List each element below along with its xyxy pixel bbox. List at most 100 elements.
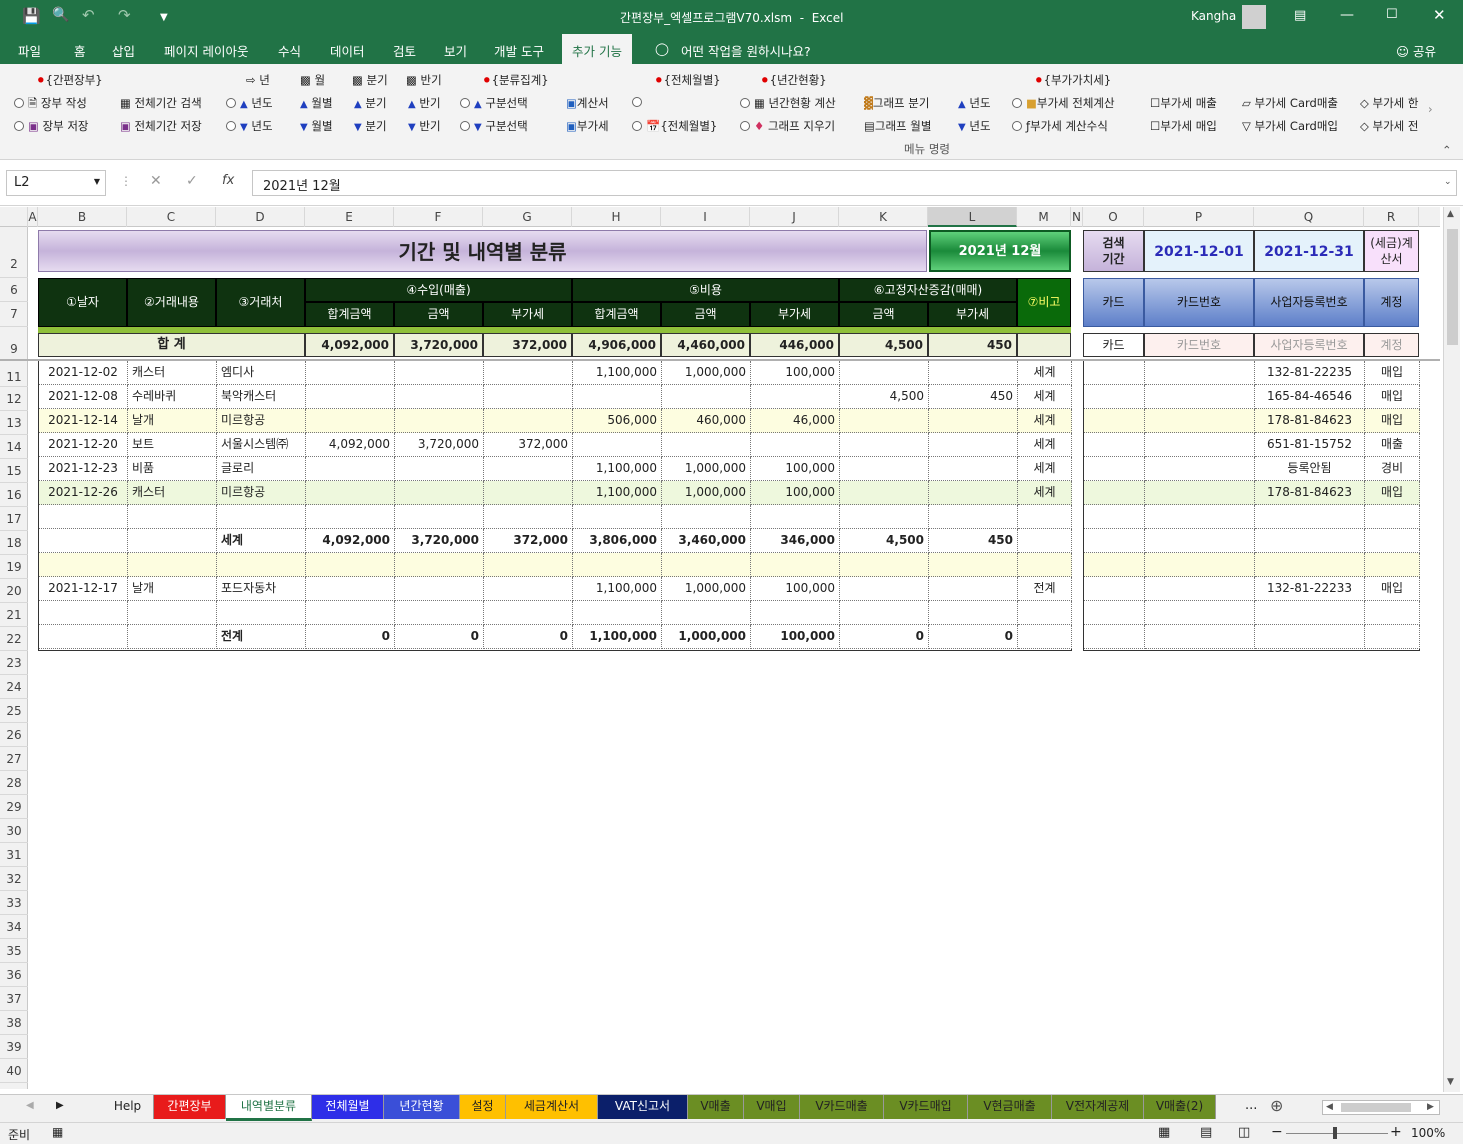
table-cell[interactable]: 0 xyxy=(929,625,1018,649)
annual-year-down-button[interactable]: ▼ 년도 xyxy=(958,118,991,134)
table-cell[interactable] xyxy=(1018,601,1072,625)
table-cell[interactable]: 날개 xyxy=(128,577,217,601)
half-up-button[interactable]: ▲ 반기 xyxy=(408,95,441,111)
table-cell[interactable]: 100,000 xyxy=(751,577,840,601)
table-cell[interactable] xyxy=(840,409,929,433)
table-cell[interactable] xyxy=(306,505,395,529)
table-cell[interactable] xyxy=(1084,457,1145,481)
table-cell[interactable]: 3,806,000 xyxy=(573,529,662,553)
table-cell[interactable]: 경비 xyxy=(1365,457,1420,481)
table-cell[interactable] xyxy=(395,481,484,505)
table-cell[interactable]: 북악캐스터 xyxy=(217,385,306,409)
table-cell[interactable]: 세계 xyxy=(1018,481,1072,505)
ribbon-scroll-right-icon[interactable]: › xyxy=(1428,102,1433,116)
table-cell[interactable] xyxy=(751,385,840,409)
sheet-tab[interactable]: V카드매입 xyxy=(884,1095,968,1119)
table-cell[interactable] xyxy=(840,553,929,577)
table-cell[interactable] xyxy=(1255,601,1365,625)
table-cell[interactable]: 1,100,000 xyxy=(573,481,662,505)
cancel-icon[interactable]: ✕ xyxy=(150,173,162,189)
ledger-save-button[interactable]: ▣ 장부 저장 xyxy=(14,118,89,134)
table-cell[interactable]: 0 xyxy=(484,625,573,649)
table-cell[interactable] xyxy=(662,433,751,457)
radio-option[interactable] xyxy=(632,95,646,109)
table-cell[interactable] xyxy=(929,361,1018,385)
table-cell[interactable] xyxy=(1018,553,1072,577)
table-cell[interactable]: 1,000,000 xyxy=(662,577,751,601)
annual-calc-button[interactable]: ▦ 년간현황 계산 xyxy=(740,95,836,111)
next-sheet-icon[interactable]: ▶ xyxy=(56,1100,64,1111)
column-header[interactable]: C xyxy=(127,207,216,227)
sheet-tab[interactable]: 년간현황 xyxy=(384,1095,460,1119)
annual-year-up-button[interactable]: ▲ 년도 xyxy=(958,95,991,111)
table-cell[interactable]: 매입 xyxy=(1365,577,1420,601)
scroll-thumb[interactable] xyxy=(1447,229,1458,345)
table-cell[interactable] xyxy=(840,457,929,481)
horizontal-scrollbar[interactable]: ◀ ▶ xyxy=(1322,1100,1440,1115)
table-cell[interactable] xyxy=(929,409,1018,433)
table-cell[interactable] xyxy=(1365,625,1420,649)
zoom-slider[interactable] xyxy=(1286,1133,1388,1134)
table-cell[interactable] xyxy=(128,553,217,577)
table-cell[interactable] xyxy=(1084,577,1145,601)
table-cell[interactable] xyxy=(1084,409,1145,433)
tab-data[interactable]: 데이터 xyxy=(330,41,365,60)
column-header[interactable]: N xyxy=(1071,207,1083,227)
table-cell[interactable]: 미르항공 xyxy=(217,409,306,433)
table-cell[interactable] xyxy=(395,409,484,433)
table-cell[interactable] xyxy=(1084,529,1145,553)
table-cell[interactable]: 1,000,000 xyxy=(662,361,751,385)
table-cell[interactable]: 450 xyxy=(929,529,1018,553)
table-cell[interactable]: 비품 xyxy=(128,457,217,481)
graph-clear-button[interactable]: ♦ 그래프 지우기 xyxy=(740,118,835,134)
vat-card-sales-button[interactable]: ▱ 부가세 Card매출 xyxy=(1242,95,1338,111)
table-cell[interactable] xyxy=(1365,553,1420,577)
sheet-tab[interactable]: 내역별분류 xyxy=(226,1095,312,1121)
column-header[interactable]: Q xyxy=(1254,207,1364,227)
quarter-up-button[interactable]: ▲ 분기 xyxy=(354,95,387,111)
table-cell[interactable]: 178-81-84623 xyxy=(1255,481,1365,505)
table-cell[interactable] xyxy=(306,409,395,433)
table-cell[interactable] xyxy=(1365,601,1420,625)
table-cell[interactable] xyxy=(395,457,484,481)
table-cell[interactable]: 2021-12-14 xyxy=(39,409,128,433)
tab-page-layout[interactable]: 페이지 레이아웃 xyxy=(164,41,248,60)
table-cell[interactable]: 2021-12-23 xyxy=(39,457,128,481)
year-button[interactable]: ⇨ 년 xyxy=(246,72,270,88)
vertical-scrollbar[interactable]: ▲ ▼ xyxy=(1443,207,1460,1092)
table-cell[interactable] xyxy=(39,529,128,553)
table-cell[interactable] xyxy=(1084,505,1145,529)
table-cell[interactable] xyxy=(395,553,484,577)
macro-record-icon[interactable]: ▦ xyxy=(52,1125,63,1139)
table-cell[interactable] xyxy=(217,601,306,625)
vat-button[interactable]: ▣부가세 xyxy=(566,118,609,134)
table-cell[interactable]: 651-81-15752 xyxy=(1255,433,1365,457)
table-cell[interactable] xyxy=(1255,625,1365,649)
column-header[interactable]: O xyxy=(1083,207,1144,227)
table-cell[interactable]: 캐스터 xyxy=(128,361,217,385)
table-cell[interactable]: 2021-12-20 xyxy=(39,433,128,457)
monthly-all-button[interactable]: 📅{전체월별} xyxy=(632,118,717,134)
table-cell[interactable]: 460,000 xyxy=(662,409,751,433)
prev-sheet-icon[interactable]: ◀ xyxy=(26,1100,34,1111)
insert-function-icon[interactable]: fx xyxy=(222,173,234,188)
table-cell[interactable] xyxy=(1084,481,1145,505)
column-header[interactable]: D xyxy=(216,207,305,227)
table-cell[interactable]: 0 xyxy=(395,625,484,649)
vat-card-purchase-button[interactable]: ▽ 부가세 Card매입 xyxy=(1242,118,1338,134)
table-cell[interactable] xyxy=(662,385,751,409)
table-cell[interactable] xyxy=(128,529,217,553)
expand-formula-icon[interactable]: ⌄ xyxy=(1444,177,1452,187)
sheet-tab[interactable]: Help xyxy=(102,1095,154,1119)
table-cell[interactable] xyxy=(395,361,484,385)
ledger-write-button[interactable]: 🗎 장부 작성 xyxy=(14,95,87,115)
scroll-down-icon[interactable]: ▼ xyxy=(1447,1077,1454,1087)
table-cell[interactable] xyxy=(484,505,573,529)
table-cell[interactable]: 매출 xyxy=(1365,433,1420,457)
avatar[interactable] xyxy=(1242,5,1266,29)
table-cell[interactable] xyxy=(751,553,840,577)
sheet-tab[interactable]: V카드매출 xyxy=(800,1095,884,1119)
maximize-icon[interactable]: ☐ xyxy=(1386,7,1398,22)
redo-icon[interactable]: ↷ xyxy=(118,6,131,24)
table-cell[interactable]: 1,100,000 xyxy=(573,625,662,649)
